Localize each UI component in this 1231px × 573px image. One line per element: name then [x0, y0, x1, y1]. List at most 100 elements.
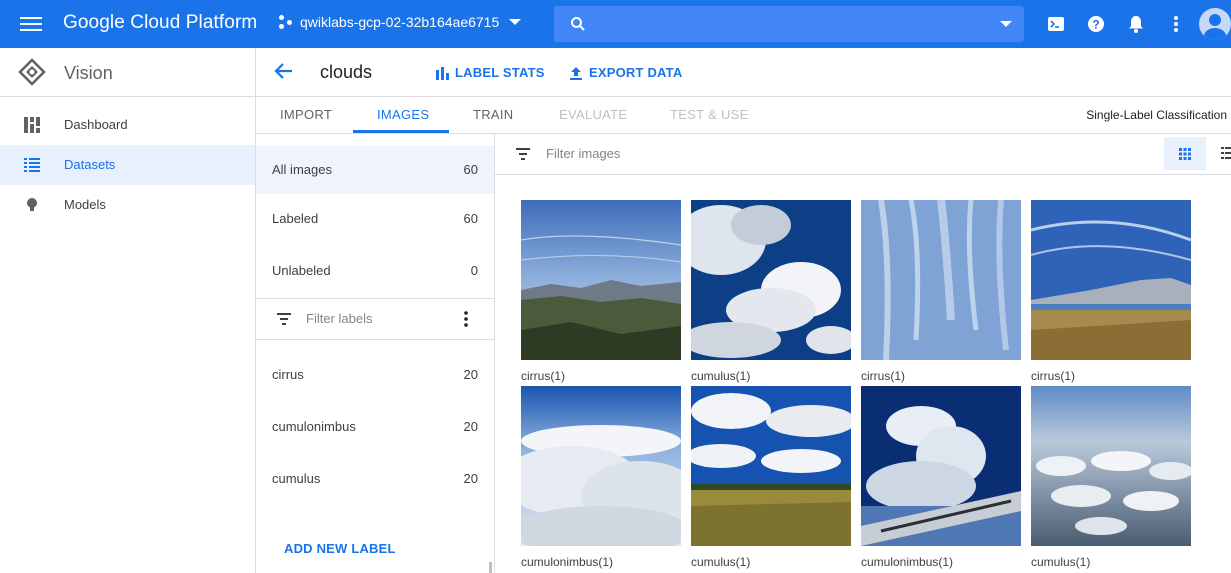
image-caption: cumulus(1) [691, 369, 751, 383]
label-stats-button[interactable]: LABEL STATS [435, 65, 545, 80]
avatar[interactable] [1199, 8, 1231, 40]
landscape-lake-image [1031, 200, 1191, 360]
tab-train[interactable]: TRAIN [473, 107, 514, 122]
filter-labeled[interactable]: Labeled 60 [256, 194, 494, 246]
project-icon [278, 14, 294, 30]
filter-labels-input[interactable]: Filter labels [306, 311, 372, 326]
cumulus-aerial-image [1031, 386, 1191, 546]
filter-label: Labeled [272, 211, 319, 226]
filter-icon [277, 313, 291, 325]
sidebar-item-label: Dashboard [64, 117, 128, 132]
scrollbar[interactable] [489, 562, 492, 573]
cumulonimbus-wing-image [861, 386, 1021, 546]
landscape-cirrus-image [521, 200, 681, 360]
filter-count: 60 [463, 162, 478, 177]
filter-images-input[interactable]: Filter images [546, 146, 620, 161]
image-caption: cumulus(1) [1031, 555, 1091, 569]
lightbulb-icon [27, 198, 37, 211]
cumulonimbus-image [521, 386, 681, 546]
bar-chart-icon [436, 66, 449, 80]
filter-label: Unlabeled [272, 263, 331, 278]
image-caption: cirrus(1) [521, 369, 565, 383]
filter-all-images[interactable]: All images 60 [256, 146, 494, 194]
image-thumbnail[interactable] [1031, 200, 1191, 360]
vision-logo-icon [18, 58, 46, 86]
label-name: cumulonimbus [272, 419, 356, 434]
tab-bar: IMPORT IMAGES TRAIN EVALUATE TEST & USE … [256, 97, 1231, 134]
image-thumbnail[interactable] [521, 386, 681, 546]
upload-icon [570, 66, 582, 80]
image-thumbnail[interactable] [861, 386, 1021, 546]
image-grid-toolbar: Filter images [495, 134, 1231, 175]
search-icon [571, 17, 585, 31]
sidebar-item-label: Datasets [64, 157, 116, 172]
image-caption: cirrus(1) [861, 369, 905, 383]
grid-view-icon [1179, 148, 1191, 160]
image-caption: cumulonimbus(1) [521, 555, 614, 569]
export-data-label: EXPORT DATA [589, 65, 683, 80]
sidebar-header: Vision [0, 48, 255, 97]
search-bar[interactable] [554, 6, 1024, 42]
more-vert-icon[interactable] [463, 311, 469, 327]
label-name: cirrus [272, 367, 304, 382]
tab-evaluate: EVALUATE [559, 107, 628, 122]
notifications-icon[interactable] [1126, 14, 1146, 34]
tab-test-and-use: TEST & USE [670, 107, 749, 122]
export-data-button[interactable]: EXPORT DATA [569, 65, 682, 80]
label-stats-label: LABEL STATS [455, 65, 545, 80]
grid-view-button[interactable] [1164, 137, 1206, 170]
chevron-down-icon [509, 19, 522, 25]
svg-text:?: ? [1092, 18, 1099, 32]
filter-count: 60 [463, 211, 478, 226]
product-title: Vision [64, 63, 113, 83]
top-bar: Google Cloud Platform qwiklabs-gcp-02-32… [0, 0, 1231, 48]
search-dropdown-icon[interactable] [1000, 21, 1012, 27]
image-thumbnail[interactable] [691, 200, 851, 360]
image-caption: cumulonimbus(1) [861, 555, 954, 569]
filter-labels-bar[interactable]: Filter labels [256, 298, 494, 340]
dashboard-icon [24, 117, 40, 133]
image-thumbnail[interactable] [521, 200, 681, 360]
menu-icon[interactable] [20, 14, 42, 34]
filter-unlabeled[interactable]: Unlabeled 0 [256, 246, 494, 298]
label-count: 20 [463, 367, 478, 382]
brand-name[interactable]: Google Cloud Platform [63, 12, 257, 34]
cumulus-image [691, 200, 851, 360]
list-icon [24, 158, 40, 172]
label-row-cumulonimbus[interactable]: cumulonimbus 20 [256, 402, 494, 454]
filter-label: All images [272, 162, 332, 177]
label-row-cirrus[interactable]: cirrus 20 [256, 350, 494, 402]
sidebar-item-datasets[interactable]: Datasets [0, 145, 255, 185]
label-count: 20 [463, 419, 478, 434]
cloud-shell-icon[interactable] [1046, 14, 1066, 34]
image-thumbnail[interactable] [691, 386, 851, 546]
page-title: clouds [320, 62, 373, 82]
add-new-label-button[interactable]: ADD NEW LABEL [284, 541, 396, 556]
image-thumbnail[interactable] [861, 200, 1021, 360]
sidebar: Vision Dashboard Datasets Models [0, 48, 256, 573]
tab-images[interactable]: IMAGES [377, 107, 429, 122]
sidebar-item-label: Models [64, 197, 106, 212]
image-thumbnail[interactable] [1031, 386, 1191, 546]
classification-type: Single-Label Classification [1086, 108, 1227, 122]
filter-panel: All images 60 Labeled 60 Unlabeled 0 Fil… [256, 134, 495, 573]
sidebar-item-dashboard[interactable]: Dashboard [0, 105, 255, 145]
image-caption: cirrus(1) [1031, 369, 1075, 383]
arrow-back-icon[interactable] [274, 61, 294, 81]
filter-icon [516, 148, 530, 160]
cirrus-streaks-image [861, 200, 1021, 360]
project-name: qwiklabs-gcp-02-32b164ae6715 [300, 14, 500, 30]
tab-import[interactable]: IMPORT [280, 107, 332, 122]
label-row-cumulus[interactable]: cumulus 20 [256, 454, 494, 506]
image-caption: cumulus(1) [691, 555, 751, 569]
sidebar-item-models[interactable]: Models [0, 185, 255, 225]
label-name: cumulus [272, 471, 321, 486]
more-vert-icon[interactable] [1166, 14, 1186, 34]
help-icon[interactable]: ? [1086, 14, 1106, 34]
active-tab-indicator [353, 130, 449, 133]
project-selector[interactable]: qwiklabs-gcp-02-32b164ae6715 [278, 14, 522, 30]
cumulus-field-image [691, 386, 851, 546]
list-view-icon[interactable] [1221, 146, 1231, 160]
label-count: 20 [463, 471, 478, 486]
page-header: clouds LABEL STATS EXPORT DATA [256, 48, 1231, 97]
